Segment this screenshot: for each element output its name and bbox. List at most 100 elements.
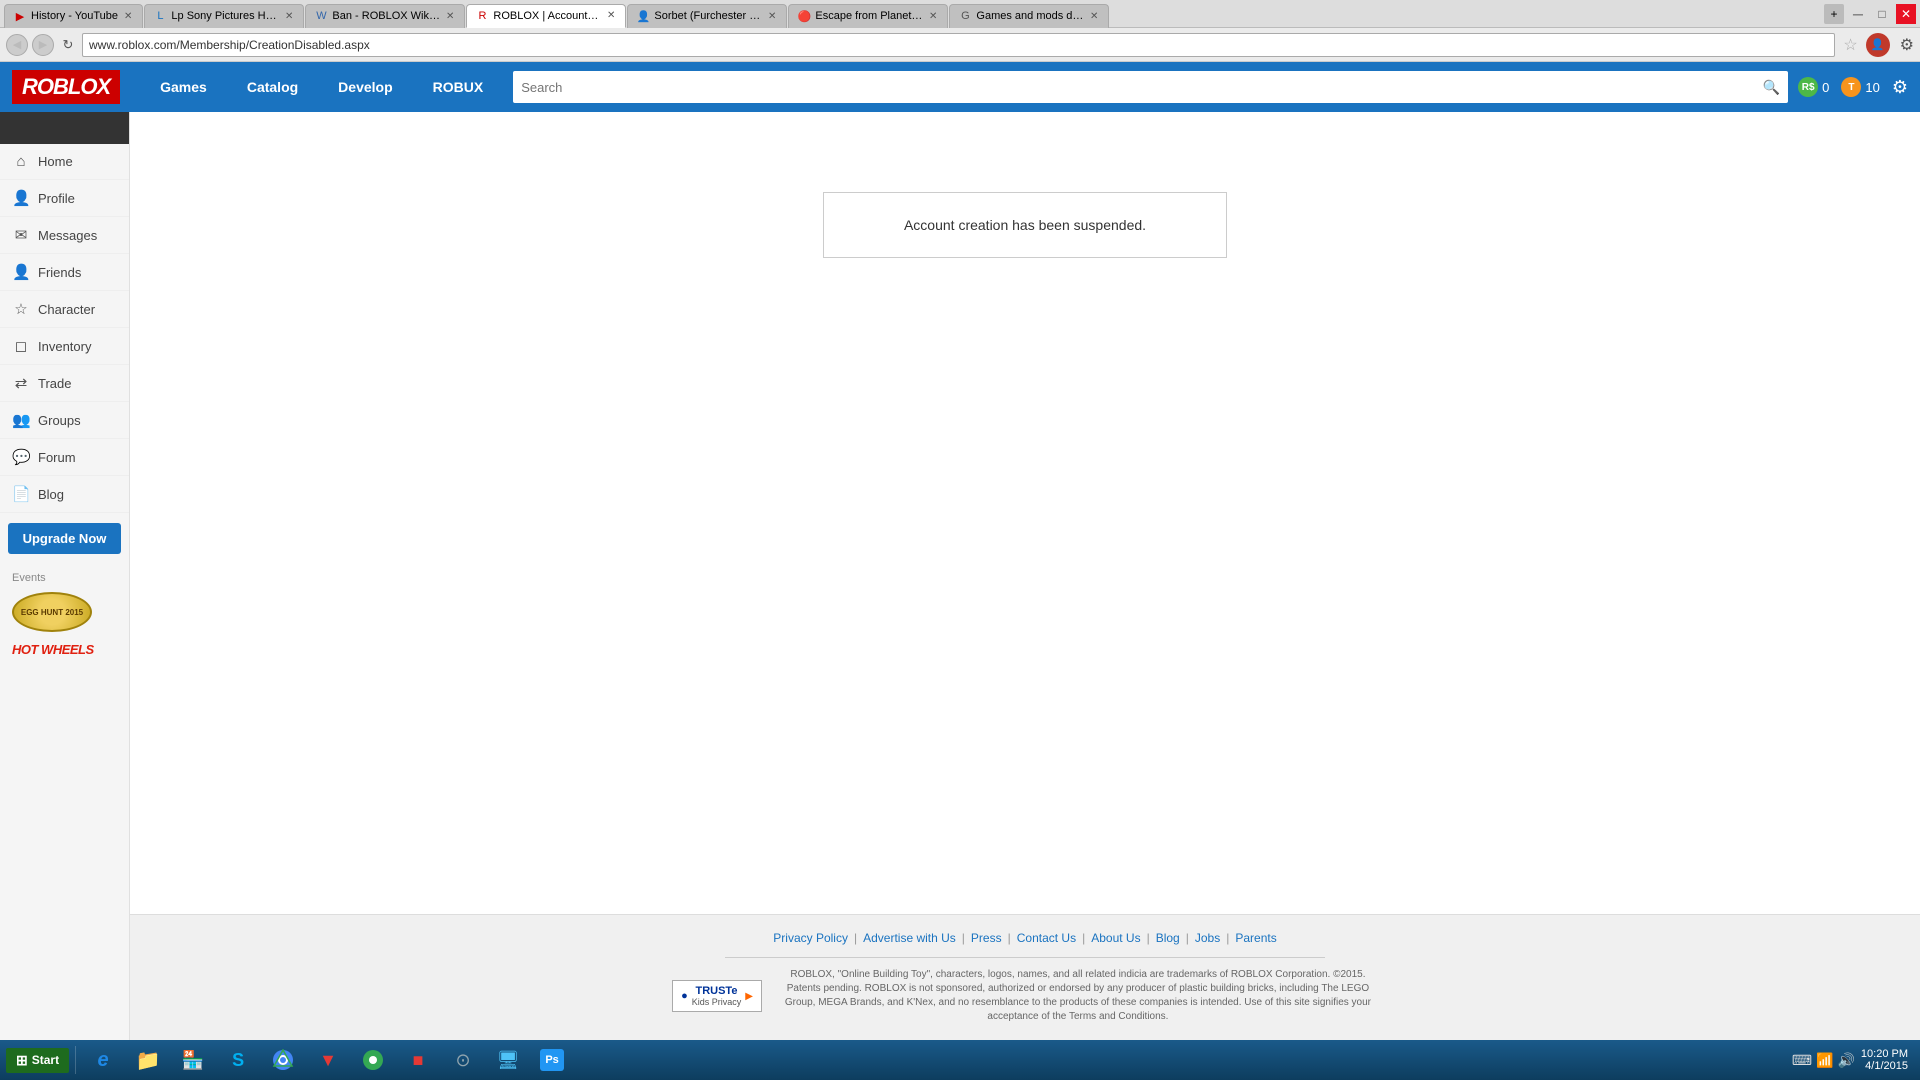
nav-develop[interactable]: Develop [318,62,412,112]
settings-icon[interactable]: ⚙ [1900,35,1914,55]
skype-icon: S [225,1047,251,1073]
browser-title-bar: ▶ History - YouTube ✕ L Lp Sony Pictures… [0,0,1920,28]
footer-link-press[interactable]: Press [971,931,1002,945]
tab-title-tab1: History - YouTube [31,10,118,22]
egg-hunt-badge[interactable]: EGG HUNT 2015 [12,592,117,632]
footer-links: Privacy Policy | Advertise with Us | Pre… [130,931,1920,945]
browser-tab-tab3[interactable]: W Ban - ROBLOX Wikia... ✕ [305,4,465,28]
hot-wheels-badge[interactable]: HOT WHEELS [12,640,117,659]
footer-link-parents[interactable]: Parents [1235,931,1276,945]
search-icon[interactable]: 🔍 [1763,79,1780,96]
taskbar-app-store[interactable]: 🏪 [172,1044,214,1076]
footer-link-blog[interactable]: Blog [1156,931,1180,945]
nav-robux[interactable]: ROBUX [413,62,504,112]
taskbar-app-disk[interactable]: ⊙ [442,1044,484,1076]
robux-icon: R$ [1798,77,1818,97]
sidebar-item-character[interactable]: ☆ Character [0,291,129,328]
taskbar-app-skype[interactable]: S [217,1044,259,1076]
sidebar-item-inventory[interactable]: ◻ Inventory [0,328,129,365]
bookmark-icon[interactable]: ☆ [1843,35,1857,55]
minimize-button[interactable]: ─ [1848,4,1868,24]
search-input[interactable] [521,80,1763,95]
tickets-counter[interactable]: T 10 [1841,77,1879,97]
taskbar-app-downloader[interactable]: ▼ [307,1044,349,1076]
nav-catalog[interactable]: Catalog [227,62,318,112]
taskbar-app-files[interactable]: 📁 [127,1044,169,1076]
tab-close-tab6[interactable]: ✕ [927,11,939,22]
footer-link-contact[interactable]: Contact Us [1017,931,1076,945]
truste-badge[interactable]: ● TRUSTe Kids Privacy ▶ [672,980,762,1012]
taskbar-right: ⌨ 📶 🔊 10:20 PM 4/1/2015 [1792,1048,1914,1072]
chrome-icon [270,1047,296,1073]
footer-link-about[interactable]: About Us [1091,931,1140,945]
tab-close-tab3[interactable]: ✕ [444,11,456,22]
tab-close-tab4[interactable]: ✕ [605,10,617,21]
browser-tab-tab2[interactable]: L Lp Sony Pictures Home... ✕ [144,4,304,28]
settings-cog-icon[interactable]: ⚙ [1892,77,1908,98]
taskbar-app-photoshop[interactable]: Ps [532,1044,572,1076]
store-icon: 🏪 [180,1047,206,1073]
upgrade-button[interactable]: Upgrade Now [8,523,121,554]
sidebar-item-messages[interactable]: ✉ Messages [0,217,129,254]
network-tray-icon: 📶 [1816,1052,1833,1069]
sidebar-item-trade[interactable]: ⇄ Trade [0,365,129,402]
tickets-count: 10 [1865,80,1879,95]
taskbar-app-chrome2[interactable] [352,1044,394,1076]
address-bar[interactable] [82,33,1835,57]
sidebar-label-trade: Trade [38,376,71,391]
tab-favicon-tab3: W [314,9,328,23]
new-tab-button[interactable]: + [1824,4,1844,24]
footer-link-privacy[interactable]: Privacy Policy [773,931,848,945]
tab-title-tab5: Sorbet (Furchester H... [654,10,762,22]
browser-controls: ◀ ▶ ↻ ☆ 👤 ⚙ [0,28,1920,62]
sidebar-label-inventory: Inventory [38,339,91,354]
taskbar-date-display: 4/1/2015 [1865,1060,1908,1072]
back-button[interactable]: ◀ [6,34,28,56]
footer-link-advertise[interactable]: Advertise with Us [863,931,956,945]
tab-favicon-tab4: R [475,9,489,23]
footer-link-jobs[interactable]: Jobs [1195,931,1220,945]
ie-icon: e [90,1047,116,1073]
forward-button[interactable]: ▶ [32,34,54,56]
sidebar-item-forum[interactable]: 💬 Forum [0,439,129,476]
browser-tab-tab4[interactable]: R ROBLOX | Account C... ✕ [466,4,626,28]
start-button[interactable]: ⊞ Start [6,1048,69,1073]
main-layout: ⌂ Home 👤 Profile ✉ Messages 👤 Friends ☆ … [0,112,1920,1040]
groups-icon: 👥 [12,411,30,429]
taskbar-app-redapp[interactable]: ■ [397,1044,439,1076]
roblox-logo[interactable]: ROBLOX [12,70,120,104]
taskbar-app-desktop[interactable]: 🖥 [487,1044,529,1076]
sidebar-item-profile[interactable]: 👤 Profile [0,180,129,217]
tab-favicon-tab7: G [958,9,972,23]
browser-tab-tab5[interactable]: 👤 Sorbet (Furchester H... ✕ [627,4,787,28]
tab-close-tab1[interactable]: ✕ [122,11,134,22]
maximize-button[interactable]: □ [1872,4,1892,24]
suspended-message-box: Account creation has been suspended. [823,192,1227,258]
close-button[interactable]: ✕ [1896,4,1916,24]
sidebar-item-groups[interactable]: 👥 Groups [0,402,129,439]
taskbar-app-chrome[interactable] [262,1044,304,1076]
header-right: R$ 0 T 10 ⚙ [1798,77,1908,98]
tab-favicon-tab1: ▶ [13,9,27,23]
blog-icon: 📄 [12,485,30,503]
browser-tab-tab1[interactable]: ▶ History - YouTube ✕ [4,4,143,28]
tab-title-tab6: Escape from Planet E... [815,10,923,22]
sidebar-item-home[interactable]: ⌂ Home [0,144,129,180]
tab-favicon-tab5: 👤 [636,9,650,23]
tab-close-tab5[interactable]: ✕ [766,11,778,22]
robux-counter[interactable]: R$ 0 [1798,77,1829,97]
tab-close-tab2[interactable]: ✕ [283,11,295,22]
sidebar-item-friends[interactable]: 👤 Friends [0,254,129,291]
nav-games[interactable]: Games [140,62,227,112]
sidebar-item-blog[interactable]: 📄 Blog [0,476,129,513]
roblox-header: ROBLOX Games Catalog Develop ROBUX 🔍 R$ … [0,62,1920,112]
disk-icon: ⊙ [450,1047,476,1073]
sidebar-label-friends: Friends [38,265,81,280]
tab-close-tab7[interactable]: ✕ [1088,11,1100,22]
taskbar-app-ie[interactable]: e [82,1044,124,1076]
refresh-button[interactable]: ↻ [58,35,78,55]
robux-count: 0 [1822,80,1829,95]
browser-tab-tab7[interactable]: G Games and mods de... ✕ [949,4,1109,28]
chrome2-icon [360,1047,386,1073]
browser-tab-tab6[interactable]: 🔴 Escape from Planet E... ✕ [788,4,948,28]
